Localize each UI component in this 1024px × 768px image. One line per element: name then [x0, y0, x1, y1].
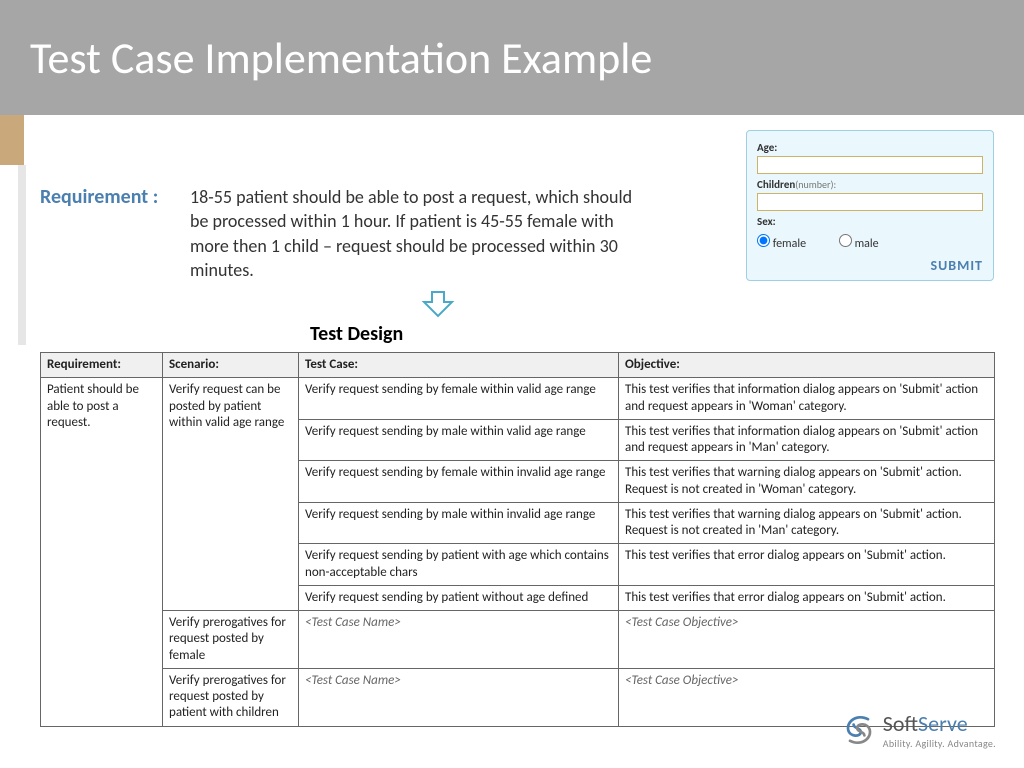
- cell-testcase: Verify request sending by patient with a…: [299, 544, 619, 586]
- accent-block: [0, 115, 24, 165]
- table-row: Verify prerogatives for request posted b…: [41, 611, 995, 669]
- age-field[interactable]: [757, 156, 983, 174]
- cell-testcase: Verify request sending by patient withou…: [299, 585, 619, 610]
- logo-tagline: Ability. Agility. Advantage.: [883, 737, 996, 750]
- sex-label: Sex:: [757, 215, 983, 228]
- table-header-row: Requirement: Scenario: Test Case: Object…: [41, 353, 995, 378]
- test-design-table: Requirement: Scenario: Test Case: Object…: [40, 352, 995, 727]
- radio-female[interactable]: [757, 234, 770, 247]
- cell-objective: This test verifies that error dialog app…: [619, 585, 995, 610]
- col-header-requirement: Requirement:: [41, 353, 163, 378]
- cell-testcase: <Test Case Name>: [299, 611, 619, 669]
- cell-testcase: <Test Case Name>: [299, 668, 619, 726]
- submit-button[interactable]: SUBMIT: [757, 257, 983, 274]
- accent-line: [18, 165, 26, 345]
- cell-scenario: Verify prerogatives for request posted b…: [163, 668, 299, 726]
- radio-male[interactable]: [839, 234, 852, 247]
- cell-testcase: Verify request sending by male within in…: [299, 502, 619, 544]
- arrow-down-icon: [420, 290, 994, 318]
- cell-testcase: Verify request sending by female within …: [299, 461, 619, 503]
- cell-scenario: Verify request can be posted by patient …: [163, 378, 299, 611]
- radio-female-label[interactable]: female: [757, 237, 806, 251]
- cell-objective: This test verifies that error dialog app…: [619, 544, 995, 586]
- cell-objective: This test verifies that information dial…: [619, 378, 995, 420]
- slide-header: Test Case Implementation Example: [0, 0, 1024, 115]
- test-design-heading: Test Design: [310, 322, 994, 346]
- col-header-testcase: Test Case:: [299, 353, 619, 378]
- radio-male-label[interactable]: male: [839, 237, 879, 251]
- requirement-label: Requirement :: [40, 130, 190, 209]
- cell-objective: This test verifies that warning dialog a…: [619, 502, 995, 544]
- cell-testcase: Verify request sending by male within va…: [299, 419, 619, 461]
- cell-requirement: Patient should be able to post a request…: [41, 378, 163, 726]
- logo-icon: [841, 712, 877, 748]
- cell-testcase: Verify request sending by female within …: [299, 378, 619, 420]
- sample-form: Age: Children(number): Sex: female male …: [746, 130, 994, 281]
- cell-scenario: Verify prerogatives for request posted b…: [163, 611, 299, 669]
- children-label: Children(number):: [757, 178, 983, 191]
- requirement-text: 18-55 patient should be able to post a r…: [190, 130, 640, 282]
- table-row: Patient should be able to post a request…: [41, 378, 995, 420]
- brand-logo: SoftServe Ability. Agility. Advantage.: [841, 710, 996, 750]
- age-label: Age:: [757, 141, 983, 154]
- col-header-objective: Objective:: [619, 353, 995, 378]
- children-field[interactable]: [757, 193, 983, 211]
- col-header-scenario: Scenario:: [163, 353, 299, 378]
- cell-objective: This test verifies that information dial…: [619, 419, 995, 461]
- logo-name: SoftServe: [883, 710, 996, 737]
- cell-objective: <Test Case Objective>: [619, 611, 995, 669]
- cell-objective: This test verifies that warning dialog a…: [619, 461, 995, 503]
- page-title: Test Case Implementation Example: [30, 31, 652, 85]
